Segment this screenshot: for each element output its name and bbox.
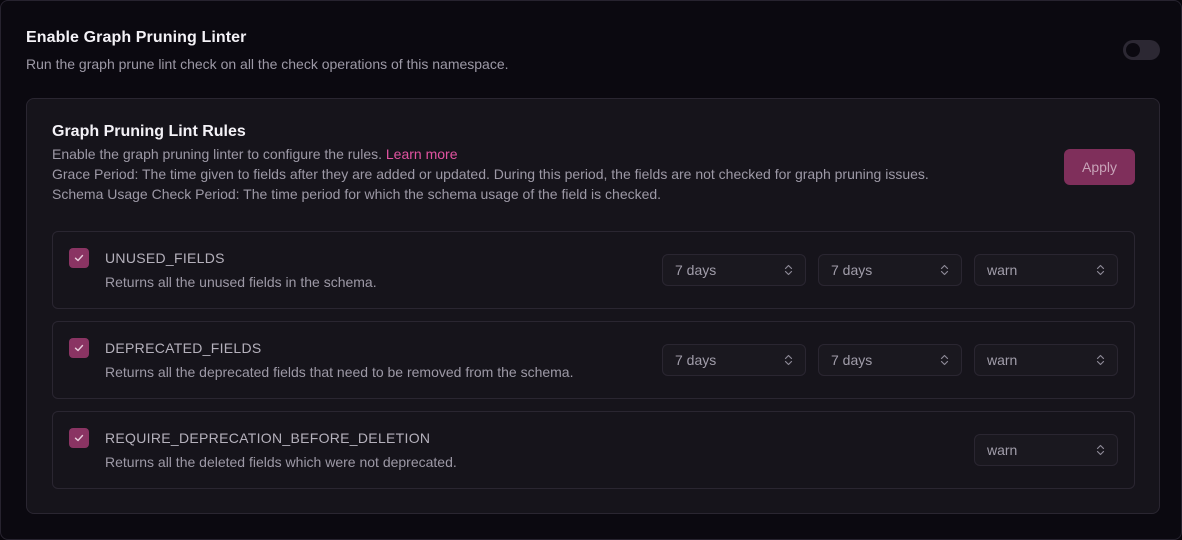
- usage-period-select[interactable]: 7 days: [818, 344, 962, 376]
- rule-description: Returns all the deleted fields which wer…: [105, 454, 457, 470]
- grace-period-description: Grace Period: The time given to fields a…: [52, 166, 929, 182]
- severity-select[interactable]: warn: [974, 434, 1118, 466]
- rule-row-deprecated-fields: DEPRECATED_FIELDS Returns all the deprec…: [52, 321, 1135, 399]
- lint-rules-intro: Enable the graph pruning linter to confi…: [52, 146, 457, 162]
- rule-name: UNUSED_FIELDS: [105, 250, 225, 266]
- chevron-up-down-icon: [1096, 354, 1105, 366]
- select-value: 7 days: [831, 352, 873, 368]
- select-value: 7 days: [675, 352, 717, 368]
- check-icon: [74, 434, 84, 442]
- intro-text: Enable the graph pruning linter to confi…: [52, 146, 382, 162]
- chevron-up-down-icon: [784, 264, 793, 276]
- grace-period-select[interactable]: 7 days: [662, 254, 806, 286]
- graph-pruning-settings-panel: Enable Graph Pruning Linter Run the grap…: [0, 0, 1182, 540]
- select-value: warn: [987, 442, 1018, 458]
- rule-name: DEPRECATED_FIELDS: [105, 340, 262, 356]
- chevron-up-down-icon: [940, 354, 949, 366]
- rule-row-require-deprecation: REQUIRE_DEPRECATION_BEFORE_DELETION Retu…: [52, 411, 1135, 489]
- severity-select[interactable]: warn: [974, 344, 1118, 376]
- usage-period-select[interactable]: 7 days: [818, 254, 962, 286]
- select-value: warn: [987, 262, 1018, 278]
- rule-name: REQUIRE_DEPRECATION_BEFORE_DELETION: [105, 430, 431, 446]
- rule-description: Returns all the unused fields in the sch…: [105, 274, 377, 290]
- select-value: warn: [987, 352, 1018, 368]
- chevron-up-down-icon: [784, 354, 793, 366]
- check-icon: [74, 344, 84, 352]
- apply-button[interactable]: Apply: [1064, 149, 1135, 185]
- page-description: Run the graph prune lint check on all th…: [26, 56, 509, 72]
- page-title: Enable Graph Pruning Linter: [26, 29, 247, 46]
- rule-checkbox[interactable]: [69, 338, 89, 358]
- rule-checkbox[interactable]: [69, 248, 89, 268]
- learn-more-link[interactable]: Learn more: [386, 146, 458, 162]
- rule-checkbox[interactable]: [69, 428, 89, 448]
- check-icon: [74, 254, 84, 262]
- chevron-up-down-icon: [1096, 444, 1105, 456]
- chevron-up-down-icon: [1096, 264, 1105, 276]
- select-value: 7 days: [831, 262, 873, 278]
- select-value: 7 days: [675, 262, 717, 278]
- toggle-knob: [1126, 43, 1140, 57]
- enable-linter-toggle[interactable]: [1123, 40, 1160, 60]
- rule-description: Returns all the deprecated fields that n…: [105, 364, 574, 380]
- rule-row-unused-fields: UNUSED_FIELDS Returns all the unused fie…: [52, 231, 1135, 309]
- grace-period-select[interactable]: 7 days: [662, 344, 806, 376]
- usage-period-description: Schema Usage Check Period: The time peri…: [52, 186, 662, 202]
- severity-select[interactable]: warn: [974, 254, 1118, 286]
- lint-rules-title: Graph Pruning Lint Rules: [52, 123, 246, 140]
- lint-rules-card: Graph Pruning Lint Rules Enable the grap…: [26, 98, 1160, 514]
- chevron-up-down-icon: [940, 264, 949, 276]
